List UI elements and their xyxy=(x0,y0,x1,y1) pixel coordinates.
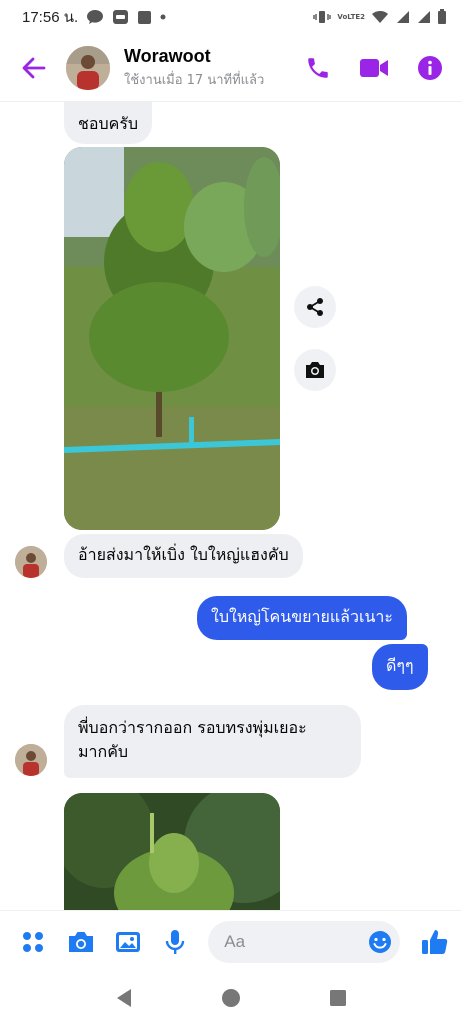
camera-icon xyxy=(68,931,93,952)
conversation-header: Worawoot ใช้งานเมื่อ 17 นาทีที่แล้ว xyxy=(0,34,461,102)
message-input[interactable] xyxy=(224,931,355,952)
incoming-photo-message[interactable] xyxy=(64,147,280,530)
smiley-icon xyxy=(369,930,392,953)
signal-icon xyxy=(395,10,410,24)
contact-info[interactable]: Worawoot ใช้งานเมื่อ 17 นาทีที่แล้ว xyxy=(124,46,264,90)
message-text: ชอบครับ xyxy=(78,114,139,133)
gallery-button[interactable] xyxy=(115,928,142,956)
square-recents-icon xyxy=(329,990,346,1006)
sender-avatar[interactable] xyxy=(15,546,47,578)
incoming-message[interactable]: ชอบครับ xyxy=(64,102,153,144)
wifi-icon xyxy=(371,10,389,24)
video-camera-icon xyxy=(360,58,388,77)
sender-avatar[interactable] xyxy=(15,744,47,776)
vibrate-icon xyxy=(313,10,332,24)
system-navigation-bar xyxy=(0,972,461,1024)
share-button[interactable] xyxy=(294,286,336,328)
emoji-button[interactable] xyxy=(366,928,394,956)
incoming-photo-message[interactable] xyxy=(64,793,280,910)
contact-active-status: ใช้งานเมื่อ 17 นาทีที่แล้ว xyxy=(124,72,265,88)
message-list[interactable]: ชอบครับ อ้ายส่งมาให้เบิ่ง ใบใหญ่แฮงคับ ใ… xyxy=(0,102,461,910)
send-like-button[interactable] xyxy=(420,927,449,957)
incoming-message[interactable]: พี่บอกว่ารากออก รอบทรงพุ่มเยอะ มากคับ xyxy=(64,705,361,778)
volte-icon: VoLTE2 xyxy=(337,13,365,21)
more-notifications-dot-icon xyxy=(160,14,166,20)
chat-bubble-notification-icon xyxy=(86,9,104,25)
nav-home-button[interactable] xyxy=(216,983,246,1013)
message-composer xyxy=(0,910,461,972)
nav-recents-button[interactable] xyxy=(323,983,353,1013)
phone-icon xyxy=(308,57,328,78)
app-notification-icon xyxy=(137,10,152,25)
status-bar: 17:56 น. VoLTE2 xyxy=(0,0,461,34)
microphone-icon xyxy=(165,929,185,954)
message-text: ใบใหญ่โคนขยายแล้วเนาะ xyxy=(211,607,393,626)
more-actions-button[interactable] xyxy=(20,928,47,956)
line-app-notification-icon xyxy=(112,9,129,25)
battery-icon xyxy=(437,9,447,25)
incoming-message[interactable]: อ้ายส่งมาให้เบิ่ง ใบใหญ่แฮงคับ xyxy=(64,534,303,578)
message-text-line-1: พี่บอกว่ารากออก รอบทรงพุ่มเยอะ xyxy=(78,718,307,737)
nav-back-button[interactable] xyxy=(109,983,139,1013)
video-call-button[interactable] xyxy=(357,51,391,85)
outgoing-message[interactable]: ดีๆๆ xyxy=(372,644,428,690)
conversation-info-button[interactable] xyxy=(413,51,447,85)
triangle-back-icon xyxy=(116,989,131,1007)
back-button[interactable] xyxy=(18,52,50,84)
signal-2-icon xyxy=(416,10,431,24)
camera-button[interactable] xyxy=(67,928,95,956)
durian-tree-photo xyxy=(64,147,280,530)
message-text: อ้ายส่งมาให้เบิ่ง ใบใหญ่แฮงคับ xyxy=(78,545,289,564)
voice-call-button[interactable] xyxy=(301,51,335,85)
contact-avatar[interactable] xyxy=(66,45,110,90)
contact-name: Worawoot xyxy=(124,45,211,66)
thumbs-up-icon xyxy=(421,929,447,954)
circle-home-icon xyxy=(221,989,240,1007)
message-text-line-2: มากคับ xyxy=(78,742,129,761)
durian-tree-photo-2 xyxy=(64,793,280,910)
share-icon xyxy=(307,298,323,316)
arrow-left-icon xyxy=(22,57,46,78)
voice-clip-button[interactable] xyxy=(162,928,189,956)
message-text: ดีๆๆ xyxy=(386,656,414,675)
message-input-wrapper xyxy=(208,920,401,963)
outgoing-message[interactable]: ใบใหญ่โคนขยายแล้วเนาะ xyxy=(197,596,407,640)
four-dots-icon xyxy=(23,931,44,952)
volte-label: VoLTE2 xyxy=(337,13,365,21)
camera-icon xyxy=(306,362,324,378)
image-icon xyxy=(116,931,141,952)
save-photo-button[interactable] xyxy=(294,349,336,391)
info-icon xyxy=(418,55,442,80)
status-time: 17:56 น. xyxy=(22,9,79,26)
